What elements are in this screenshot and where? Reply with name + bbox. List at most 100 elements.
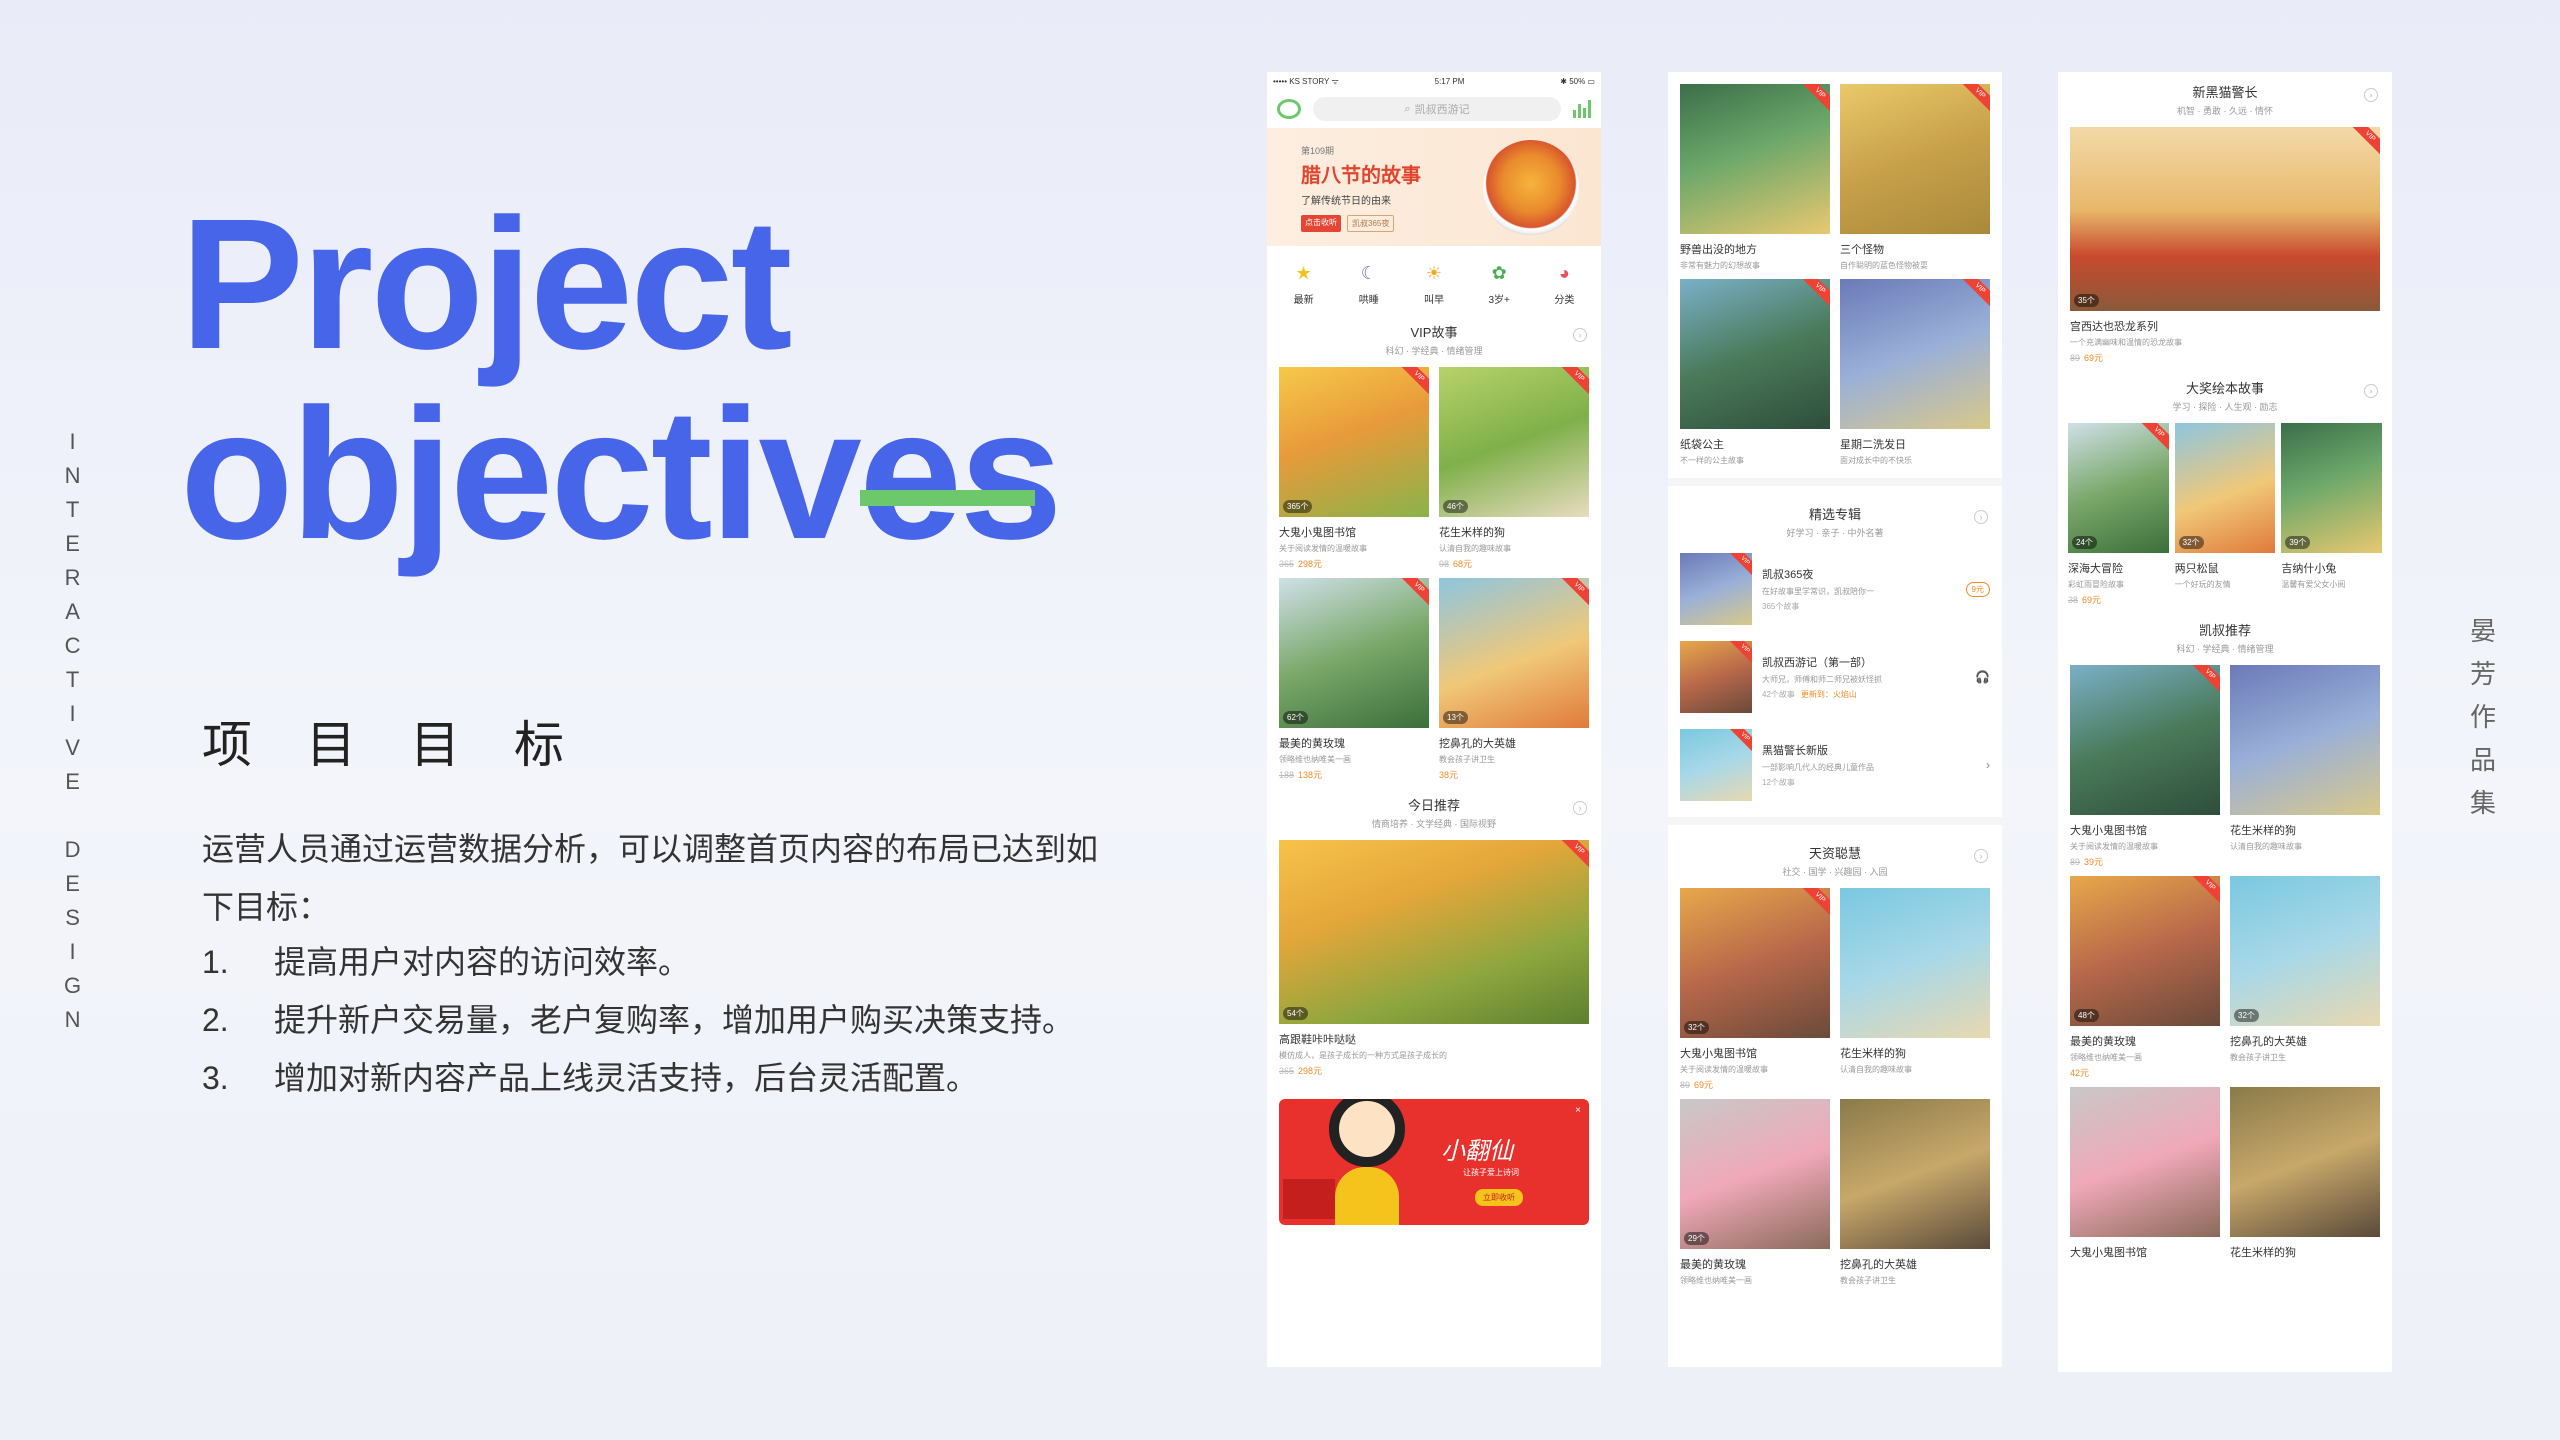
album-list-item[interactable]: VIP 黑猫警长新版 一部影响几代人的经典儿童作品 12个故事 › bbox=[1668, 721, 2002, 809]
price: 42元 bbox=[2070, 1068, 2090, 1078]
category-2[interactable]: ☀ 叫早 bbox=[1421, 260, 1447, 306]
category-0[interactable]: ★ 最新 bbox=[1291, 260, 1317, 306]
old-price: 89 bbox=[1680, 1080, 1691, 1090]
card-desc: 教会孩子讲卫生 bbox=[1439, 755, 1495, 764]
card-desc: 认清自我的趣味故事 bbox=[1439, 544, 1511, 553]
card-desc: 关于阅读发情的温暖故事 bbox=[1680, 1065, 1768, 1074]
book-card[interactable]: VIP 纸袋公主 不一样的公主故事 bbox=[1680, 279, 1830, 466]
vertical-char: 晏 bbox=[2470, 616, 2497, 646]
card-title: 花生米样的狗 bbox=[2230, 825, 2296, 837]
today-card[interactable]: VIP 54个 高跟鞋咔咔哒哒 模仿成人，是孩子成长的一种方式是孩子成长的 36… bbox=[1267, 836, 1601, 1081]
book-card[interactable]: 挖鼻孔的大英雄 教会孩子讲卫生 bbox=[1840, 1099, 1990, 1286]
banner-tag-listen[interactable]: 点击收听 bbox=[1301, 215, 1341, 232]
book-card[interactable]: VIP 365个 大鬼小鬼图书馆 关于阅读发情的温暖故事 365 298元 bbox=[1279, 367, 1429, 570]
police-card[interactable]: VIP 35个 宫西达也恐龙系列 一个充满幽味和温情的恐龙故事 89 69元 bbox=[2058, 123, 2392, 368]
vip-badge: VIP bbox=[1726, 729, 1752, 756]
book-card[interactable]: VIP 野兽出没的地方 非常有魅力的幻想故事 bbox=[1680, 84, 1830, 271]
book-cover-image bbox=[1840, 1099, 1990, 1249]
more-icon[interactable]: › bbox=[1573, 801, 1587, 815]
vertical-char: 品 bbox=[2470, 745, 2497, 775]
card-price: 89 39元 bbox=[2070, 855, 2220, 868]
card-price: 42元 bbox=[2070, 1066, 2220, 1079]
cloud-logo-icon[interactable] bbox=[1277, 99, 1301, 119]
album-info: 凯叔西游记（第一部） 大师兄，师傅和师二师兄被妖怪抓 42个故事 更新到：火焰山 bbox=[1762, 654, 1965, 700]
book-card[interactable]: 39个 吉纳什小兔 温馨有爱父女小阅 bbox=[2281, 423, 2382, 606]
book-card[interactable]: VIP 32个 大鬼小鬼图书馆 关于阅读发情的温暖故事 89 69元 bbox=[1680, 888, 1830, 1091]
vertical-letter: D bbox=[64, 837, 81, 862]
book-card[interactable]: VIP 13个 挖鼻孔的大英雄 教会孩子讲卫生 38元 bbox=[1439, 578, 1589, 781]
ad-banner[interactable]: 小翻仙 让孩子爱上诗词 立即收听 × bbox=[1279, 1099, 1589, 1225]
vip-badge: VIP bbox=[1558, 367, 1589, 397]
book-card[interactable]: 32个 挖鼻孔的大英雄 教会孩子讲卫生 bbox=[2230, 876, 2380, 1079]
category-label: 叫早 bbox=[1423, 295, 1444, 306]
goal-number: 1. bbox=[202, 944, 229, 980]
card-title: 野兽出没的地方 bbox=[1680, 244, 1757, 256]
category-1[interactable]: ☾ 哄睡 bbox=[1356, 260, 1382, 306]
card-desc: 领略维也纳唯美一画 bbox=[1279, 755, 1351, 764]
time-text: 5:17 PM bbox=[1434, 76, 1465, 86]
episode-count: 24个 bbox=[2072, 536, 2097, 549]
book-card[interactable]: VIP 48个 最美的黄玫瑰 领略维也纳唯美一画 42元 bbox=[2070, 876, 2220, 1079]
vip-badge: VIP bbox=[1959, 279, 1990, 309]
vip-badge: VIP bbox=[1799, 888, 1830, 918]
card-desc: 关于阅读发情的温暖故事 bbox=[2070, 842, 2158, 851]
card-title: 最美的黄玫瑰 bbox=[1680, 1259, 1746, 1271]
book-cover-image: VIP 46个 bbox=[1439, 367, 1589, 517]
card-desc: 一个充满幽味和温情的恐龙故事 bbox=[2070, 338, 2182, 347]
book-card[interactable]: 29个 最美的黄玫瑰 领略维也纳唯美一画 bbox=[1680, 1099, 1830, 1286]
book-card[interactable]: 大鬼小鬼图书馆 bbox=[2070, 1087, 2220, 1260]
more-icon[interactable]: › bbox=[2364, 88, 2378, 102]
vertical-char: 作 bbox=[2470, 702, 2497, 732]
card-title: 高跟鞋咔咔哒哒 bbox=[1279, 1034, 1356, 1046]
card-price: 365 298元 bbox=[1279, 557, 1429, 570]
album-meta: 42个故事 更新到：火焰山 bbox=[1762, 689, 1965, 700]
card-price: 38 69元 bbox=[2068, 593, 2169, 606]
album-title: 凯叔365夜 bbox=[1762, 569, 1814, 581]
more-icon[interactable]: › bbox=[1974, 510, 1988, 524]
category-4[interactable]: ◕ 分类 bbox=[1551, 260, 1577, 306]
book-card[interactable]: VIP 三个怪物 自作聪明的蓝色怪物被耍 bbox=[1840, 84, 1990, 271]
goal-number: 3. bbox=[202, 1060, 229, 1096]
category-row: ★ 最新 ☾ 哄睡 ☀ 叫早 ✿ 3岁+ ◕ 分类 bbox=[1267, 246, 1601, 312]
wisdom-section-header: 天资聪慧 社交 · 国学 · 兴趣园 · 入园 › bbox=[1668, 833, 2002, 884]
album-meta: 12个故事 bbox=[1762, 777, 1976, 788]
ad-listen-button[interactable]: 立即收听 bbox=[1475, 1189, 1523, 1206]
headphone-icon[interactable]: 🎧 bbox=[1975, 670, 1990, 684]
book-card[interactable]: VIP 24个 深海大冒险 彩虹雨冒险故事 38 69元 bbox=[2068, 423, 2169, 606]
book-card[interactable]: 花生米样的狗 认清自我的趣味故事 bbox=[2230, 665, 2380, 868]
card-desc: 不一样的公主故事 bbox=[1680, 456, 1744, 465]
book-card[interactable]: VIP 大鬼小鬼图书馆 关于阅读发情的温暖故事 89 39元 bbox=[2070, 665, 2220, 868]
close-icon[interactable]: × bbox=[1575, 1105, 1581, 1116]
goal-item: 2. 提升新户交易量，老户复购率，增加用户购买决策支持。 bbox=[202, 991, 1074, 1049]
category-3[interactable]: ✿ 3岁+ bbox=[1486, 260, 1512, 306]
festival-banner[interactable]: 第109期 腊八节的故事 了解传统节日的由来 点击收听 凯叔365夜 bbox=[1267, 128, 1601, 246]
card-title: 花生米样的狗 bbox=[2230, 1247, 2296, 1259]
card-desc: 一个好玩的友情 bbox=[2174, 580, 2231, 589]
vertical-letter: I bbox=[69, 701, 76, 726]
today-section-title: 今日推荐 bbox=[1407, 798, 1460, 813]
album-list-item[interactable]: VIP 凯叔西游记（第一部） 大师兄，师傅和师二师兄被妖怪抓 42个故事 更新到：火焰山… bbox=[1668, 633, 2002, 721]
album-list-item[interactable]: VIP 凯叔365夜 在好故事里学常识，凯叔陪你一 365个故事 9元 bbox=[1668, 545, 2002, 633]
chevron-right-icon[interactable]: › bbox=[1986, 758, 1990, 772]
book-cover-image bbox=[2230, 665, 2380, 815]
old-price: 365 bbox=[1279, 559, 1295, 569]
ad-doll-body bbox=[1335, 1167, 1399, 1225]
more-icon[interactable]: › bbox=[2364, 384, 2378, 398]
award-grid: VIP 24个 深海大冒险 彩虹雨冒险故事 38 69元 32个 两只松鼠 一个好玩的友情 39个… bbox=[2058, 419, 2392, 610]
goal-text: 增加对新内容产品上线灵活支持，后台灵活配置。 bbox=[274, 1060, 979, 1096]
card-desc: 非常有魅力的幻想故事 bbox=[1680, 261, 1760, 270]
more-icon[interactable]: › bbox=[1974, 849, 1988, 863]
book-card[interactable]: 花生米样的狗 认清自我的趣味故事 bbox=[1840, 888, 1990, 1091]
book-card[interactable]: 32个 两只松鼠 一个好玩的友情 bbox=[2174, 423, 2276, 606]
more-icon[interactable]: › bbox=[1573, 328, 1587, 342]
search-input[interactable]: ⌕ 凯叔西游记 bbox=[1313, 97, 1561, 121]
book-card[interactable]: VIP 星期二洗发日 面对成长中的不快乐 bbox=[1840, 279, 1990, 466]
book-card[interactable]: VIP 62个 最美的黄玫瑰 领略维也纳唯美一画 188 138元 bbox=[1279, 578, 1429, 781]
price-button[interactable]: 9元 bbox=[1965, 581, 1990, 597]
divider bbox=[1668, 478, 2002, 486]
book-cover-image: VIP 62个 bbox=[1279, 578, 1429, 728]
book-card[interactable]: VIP 46个 花生米样的狗 认清自我的趣味故事 98 68元 bbox=[1439, 367, 1589, 570]
stats-icon[interactable] bbox=[1573, 100, 1591, 118]
book-card[interactable]: 花生米样的狗 bbox=[2230, 1087, 2380, 1260]
card-title: 大鬼小鬼图书馆 bbox=[1680, 1048, 1757, 1060]
